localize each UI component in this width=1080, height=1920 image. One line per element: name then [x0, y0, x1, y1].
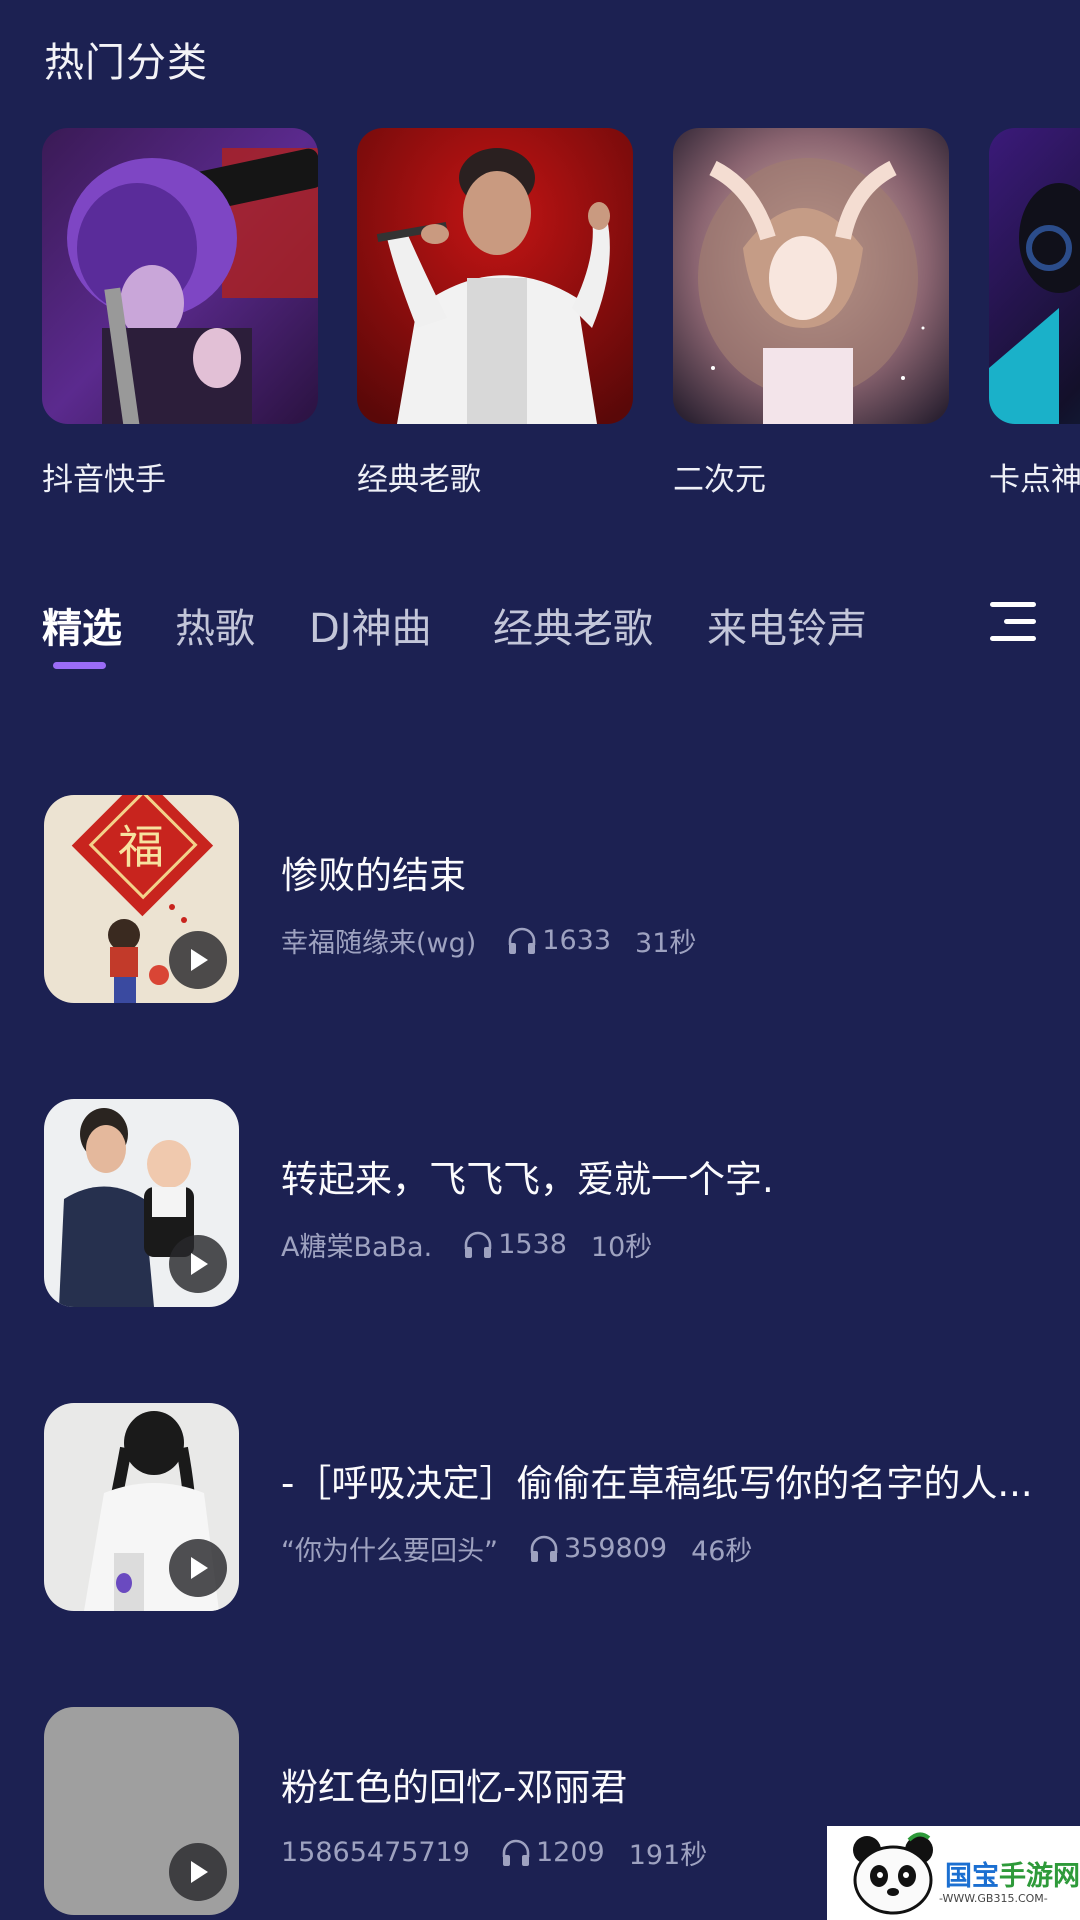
play-count: 1538 [498, 1229, 567, 1260]
panda-logo-icon [853, 1832, 933, 1915]
category-card-classic[interactable]: 经典老歌 [357, 128, 633, 498]
song-cover[interactable]: 福 [44, 795, 239, 1003]
play-icon[interactable] [169, 931, 227, 989]
play-count: 1209 [535, 1837, 605, 1868]
headphones-icon [464, 1231, 492, 1258]
section-title-hot-categories: 热门分类 [44, 40, 208, 86]
song-title: -［呼吸决定］偷偷在草稿纸写你的名字的人... [281, 1462, 1033, 1505]
site-watermark: 国宝手游网 -WWW.GB315.COM- [827, 1826, 1080, 1920]
song-duration: 46秒 [691, 1536, 753, 1567]
category-label-classic: 经典老歌 [357, 462, 481, 498]
play-icon[interactable] [169, 1539, 227, 1597]
song-list-item[interactable]: 福 惨败的结束 幸福随缘来(wg) 1633 31秒 [44, 795, 1044, 1005]
category-image-classic[interactable] [357, 128, 633, 424]
song-meta: 15865475719 1209 191秒 [281, 1833, 707, 1872]
headphones-icon [530, 1535, 558, 1562]
category-card-beat[interactable]: 卡点神 [989, 128, 1080, 498]
song-meta: 幸福随缘来(wg) 1633 31秒 [281, 921, 696, 960]
song-author: 15865475719 [281, 1837, 470, 1868]
tab-ringtones[interactable]: 来电铃声 [707, 596, 867, 654]
song-cover[interactable] [44, 1403, 239, 1611]
watermark-domain: -WWW.GB315.COM- [939, 1892, 1048, 1905]
menu-icon[interactable] [990, 600, 1036, 644]
song-author: “你为什么要回头” [281, 1536, 498, 1567]
song-list-item[interactable]: 转起来，飞飞飞，爱就一个字. A糖棠BaBa. 1538 10秒 [44, 1099, 1044, 1309]
song-list-item[interactable]: -［呼吸决定］偷偷在草稿纸写你的名字的人... “你为什么要回头” 359809… [44, 1403, 1044, 1613]
headphones-icon [508, 927, 536, 954]
fu-character: 福 [118, 820, 164, 874]
category-carousel[interactable]: 抖音快手 经典老歌 二次元 卡点神 [0, 128, 1080, 508]
song-author: A糖棠BaBa. [281, 1232, 433, 1263]
category-image-beat[interactable] [989, 128, 1080, 424]
category-image-douyin[interactable] [42, 128, 318, 424]
play-icon[interactable] [169, 1843, 227, 1901]
category-tabs: 精选 热歌 DJ神曲 经典老歌 来电铃声 [0, 596, 1080, 676]
tab-hot-songs[interactable]: 热歌 [175, 596, 255, 654]
tab-featured[interactable]: 精选 [42, 596, 122, 654]
tab-active-indicator [53, 662, 106, 669]
song-author: 幸福随缘来(wg) [281, 928, 477, 959]
song-duration: 31秒 [635, 928, 697, 959]
song-title: 惨败的结束 [281, 854, 466, 897]
song-title: 粉红色的回忆-邓丽君 [281, 1766, 628, 1809]
category-label-beat: 卡点神 [989, 462, 1080, 498]
tab-classic-songs[interactable]: 经典老歌 [493, 596, 653, 654]
category-label-anime: 二次元 [673, 462, 766, 498]
category-card-douyin[interactable]: 抖音快手 [42, 128, 318, 498]
category-image-anime[interactable] [673, 128, 949, 424]
play-count: 359809 [563, 1533, 668, 1564]
song-meta: “你为什么要回头” 359809 46秒 [281, 1529, 752, 1568]
song-cover[interactable] [44, 1707, 239, 1915]
song-cover[interactable] [44, 1099, 239, 1307]
song-title: 转起来，飞飞飞，爱就一个字. [281, 1158, 774, 1201]
song-duration: 191秒 [628, 1840, 708, 1871]
play-icon[interactable] [169, 1235, 227, 1293]
headphones-icon [502, 1839, 530, 1866]
song-duration: 10秒 [590, 1232, 653, 1263]
category-card-anime[interactable]: 二次元 [673, 128, 949, 498]
tab-dj[interactable]: DJ神曲 [309, 596, 432, 654]
watermark-brand: 国宝手游网 [945, 1860, 1080, 1892]
song-meta: A糖棠BaBa. 1538 10秒 [281, 1225, 652, 1264]
category-label-douyin: 抖音快手 [42, 462, 166, 498]
play-count: 1633 [542, 925, 612, 956]
